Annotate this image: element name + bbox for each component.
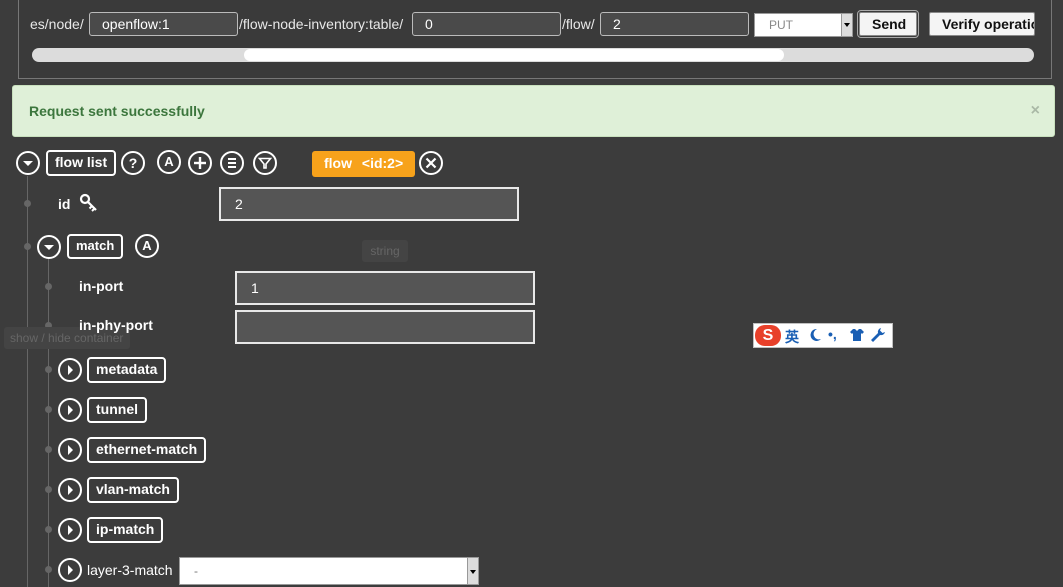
id-input[interactable] [219, 187, 519, 221]
add-icon[interactable] [188, 151, 212, 175]
help-icon[interactable]: ? [121, 151, 145, 175]
success-alert: Request sent successfully × [12, 85, 1055, 137]
container-vlan-match[interactable]: vlan-match [87, 477, 179, 503]
tag-id: <id:2> [361, 155, 404, 171]
wrench-icon[interactable] [870, 327, 886, 346]
container-metadata[interactable]: metadata [87, 357, 167, 383]
flow-list-label[interactable]: flow list [46, 150, 117, 176]
method-value: PUT [769, 18, 793, 32]
close-icon[interactable] [419, 151, 443, 175]
close-icon[interactable]: × [1031, 102, 1040, 120]
scrollbar-thumb[interactable] [244, 49, 784, 61]
in-port-label: in-port [79, 278, 124, 294]
tag-name: flow [324, 155, 352, 171]
collapse-flow-list-icon[interactable] [16, 151, 40, 175]
tree-node-dot [45, 366, 52, 373]
tree-node-dot [45, 566, 52, 573]
in-phy-port-input[interactable] [235, 310, 535, 344]
layer-3-match-label: layer-3-match [87, 562, 173, 578]
expand-tunnel-icon[interactable] [58, 398, 82, 422]
ime-lang[interactable]: 英 [785, 327, 799, 347]
tree-node-dot [45, 526, 52, 533]
type-tooltip: string [362, 240, 408, 262]
tree-node-dot [45, 446, 52, 453]
augment-icon[interactable]: A [135, 234, 159, 258]
method-select[interactable]: PUT [754, 13, 853, 37]
table-id-input[interactable] [412, 12, 561, 36]
expand-ethernet-match-icon[interactable] [58, 438, 82, 462]
moon-icon[interactable] [808, 327, 822, 346]
tree-node-dot [24, 200, 31, 207]
tree-connector [27, 176, 28, 587]
container-ip-match[interactable]: ip-match [87, 517, 164, 543]
ime-toolbar[interactable]: S 英 •, [753, 323, 893, 348]
container-ethernet-match[interactable]: ethernet-match [87, 437, 207, 463]
skin-icon[interactable] [849, 328, 865, 345]
tree-connector-match [48, 258, 49, 587]
ime-logo-icon: S [755, 325, 781, 346]
tree-node-dot [45, 486, 52, 493]
chevron-down-icon [841, 14, 852, 36]
alert-message: Request sent successfully [29, 103, 205, 119]
verify-operation-button[interactable]: Verify operation [929, 12, 1035, 36]
tree-node-dot [24, 243, 31, 250]
node-id-input[interactable] [89, 12, 238, 36]
collapse-match-icon[interactable] [37, 235, 61, 259]
key-icon [79, 193, 99, 216]
layer-3-match-select[interactable]: - [179, 557, 479, 585]
filter-icon[interactable] [253, 151, 277, 175]
path-segment-flow: /flow/ [562, 16, 595, 32]
expand-vlan-match-icon[interactable] [58, 478, 82, 502]
path-prefix: es/node/ [30, 16, 84, 32]
list-icon[interactable] [220, 151, 244, 175]
path-segment-table: /flow-node-inventory:table/ [239, 16, 404, 32]
id-label: id [58, 196, 71, 212]
punctuation-icon[interactable]: •, [828, 326, 837, 342]
tree-node-dot [45, 406, 52, 413]
layer-3-match-value: - [194, 564, 198, 578]
expand-ip-match-icon[interactable] [58, 518, 82, 542]
expand-metadata-icon[interactable] [58, 358, 82, 382]
expand-layer-3-match-icon[interactable] [58, 558, 82, 582]
chevron-down-icon [467, 558, 478, 584]
in-port-input[interactable] [235, 271, 535, 305]
in-phy-port-label: in-phy-port [79, 317, 153, 333]
flow-id-input[interactable] [600, 12, 749, 36]
active-flow-tag[interactable]: flow <id:2> [312, 151, 415, 177]
augment-icon[interactable]: A [157, 150, 181, 174]
send-button[interactable]: Send [857, 10, 919, 38]
tree-node-dot [45, 283, 52, 290]
container-tunnel[interactable]: tunnel [87, 397, 147, 423]
match-label[interactable]: match [67, 234, 124, 259]
